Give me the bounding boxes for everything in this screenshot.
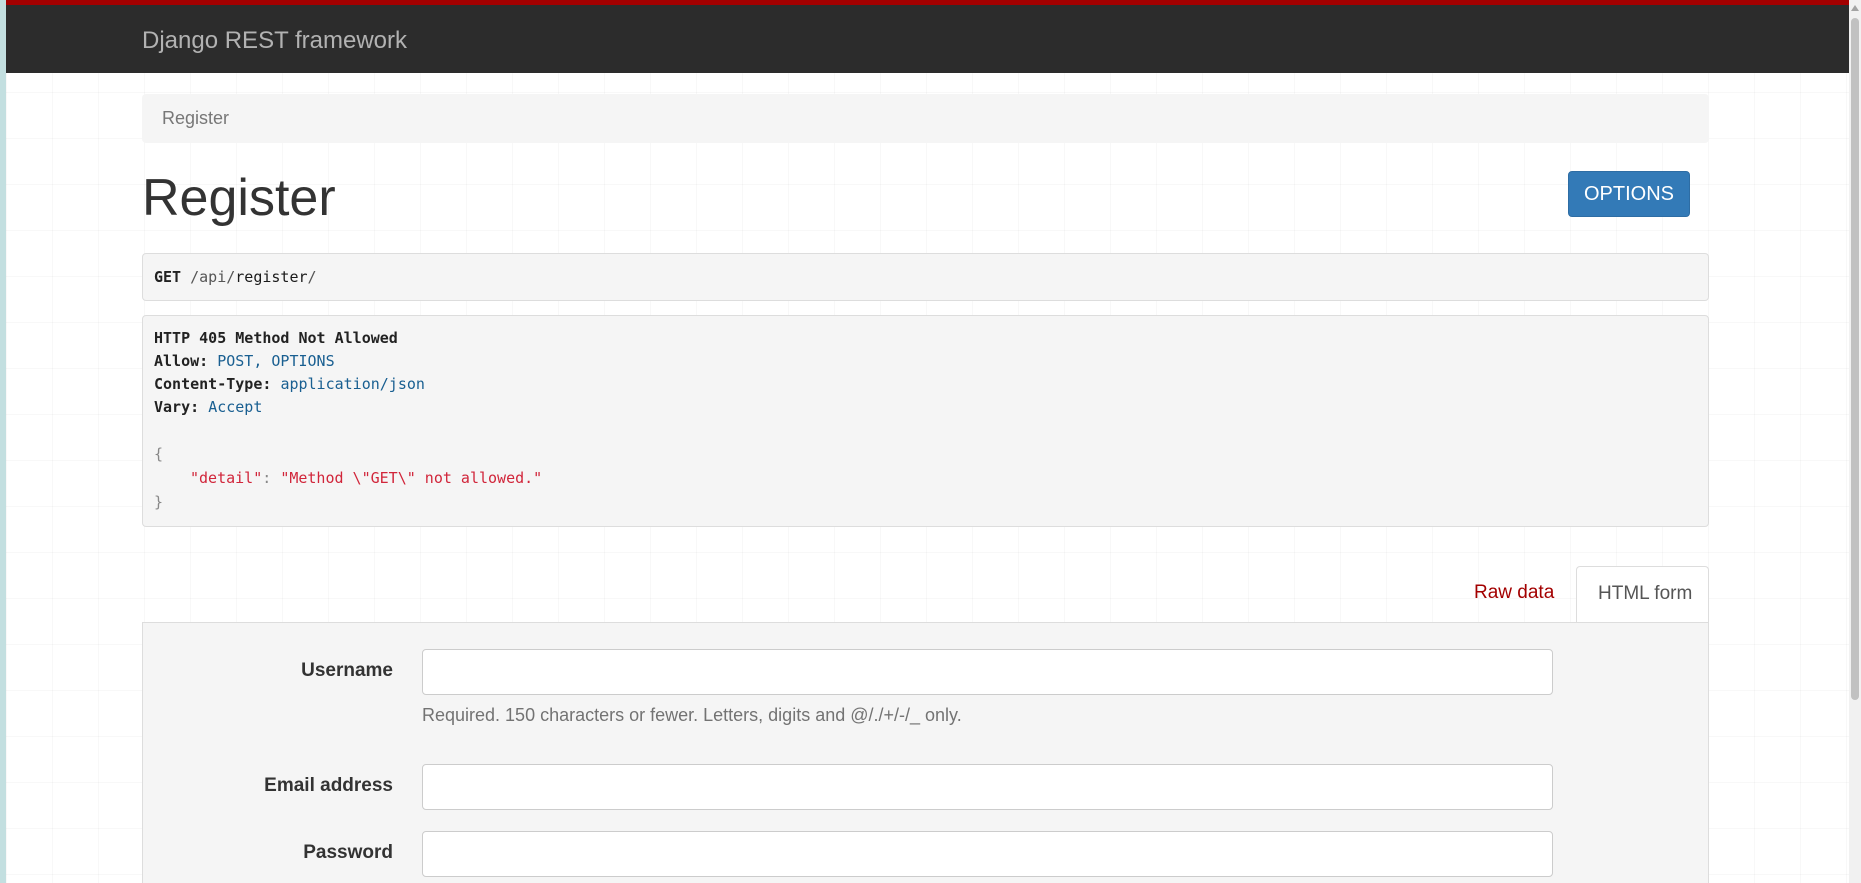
tab-raw-data[interactable]: Raw data [1474,582,1554,604]
json-key: "detail" [190,469,263,487]
username-input[interactable] [422,649,1553,695]
header-name: Vary: [154,398,200,416]
response-header: Allow: POST, OPTIONS [154,352,335,370]
tab-html-form-label: HTML form [1598,583,1693,604]
header-name: Allow: [154,352,209,370]
request-line: GET /api/register/ [154,268,317,286]
page-title: Register [142,169,336,227]
page: Django REST framework Register Register … [6,0,1849,883]
scroll-up-arrow-icon[interactable] [1851,5,1859,11]
email-label: Email address [264,775,393,796]
navbar: Django REST framework [6,0,1849,73]
json-colon: : [262,469,272,487]
options-button[interactable]: OPTIONS [1568,171,1690,217]
response-info: HTTP 405 Method Not Allowed Allow: POST,… [142,315,1709,527]
password-label: Password [303,842,393,863]
request-method: GET [154,268,182,286]
response-status: HTTP 405 Method Not Allowed [154,329,398,347]
header-value: POST, OPTIONS [217,352,335,370]
username-help-text: Required. 150 characters or fewer. Lette… [422,705,962,725]
json-value: "Method \"GET\" not allowed." [280,469,543,487]
username-label: Username [301,660,393,681]
header-name: Content-Type: [154,375,272,393]
email-input[interactable] [422,764,1553,810]
scrollbar-thumb[interactable] [1851,18,1859,700]
path-segment-link[interactable]: api [199,268,226,286]
response-header: Vary: Accept [154,398,262,416]
json-entry: "detail": "Method \"GET\" not allowed." [190,469,542,487]
breadcrumb-current: Register [162,108,230,128]
path-segment-link[interactable]: register [235,268,307,286]
breadcrumb: Register [142,94,1709,143]
json-open-brace: { [154,445,164,463]
path-separator: / [226,268,236,286]
html-form-panel: Username Required. 150 characters or few… [142,622,1709,883]
tab-html-form[interactable]: HTML form [1576,566,1709,623]
header-value: application/json [280,375,425,393]
header-value: Accept [208,398,263,416]
path-separator: / [307,268,317,286]
request-info: GET /api/register/ [142,253,1709,301]
json-close-brace: } [154,493,164,511]
path-separator: / [190,268,200,286]
scrollbar[interactable] [1849,0,1861,883]
response-header: Content-Type: application/json [154,375,425,393]
brand-link[interactable]: Django REST framework [142,27,407,55]
password-input[interactable] [422,831,1553,877]
